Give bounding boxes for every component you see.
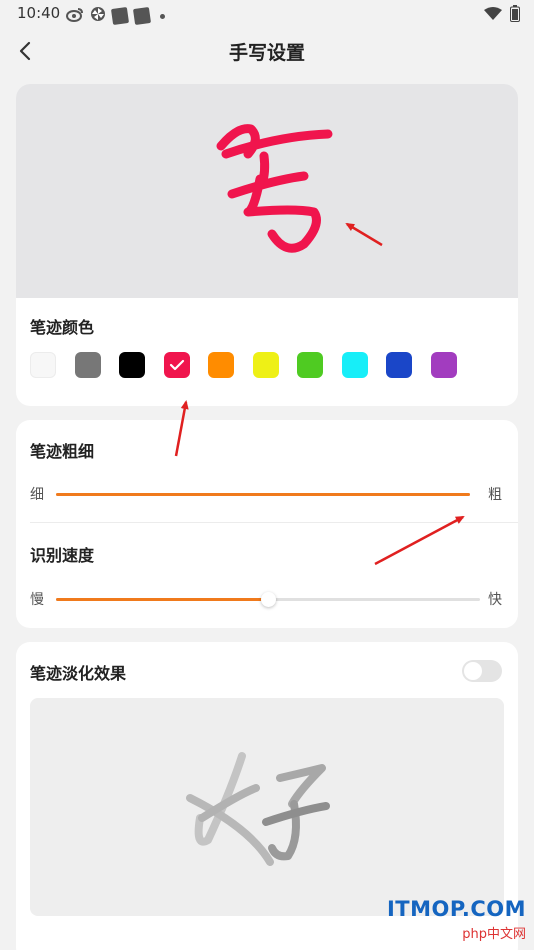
app-icon xyxy=(110,6,130,26)
color-swatch-6[interactable] xyxy=(297,352,323,378)
status-time: 10:40 xyxy=(17,4,61,22)
color-swatch-9[interactable] xyxy=(430,352,457,378)
handwriting-preview[interactable] xyxy=(16,84,518,298)
recognition-speed-min-label: 慢 xyxy=(30,592,44,608)
color-swatch-4[interactable] xyxy=(208,352,234,378)
watermark-main: ITMOP.COM xyxy=(386,897,526,921)
watermark-sub: php中文网 xyxy=(462,927,526,942)
pinwheel-icon xyxy=(90,6,106,26)
recognition-speed-max-label: 快 xyxy=(488,592,502,608)
stroke-width-slider[interactable] xyxy=(56,493,470,496)
recognition-speed-slider[interactable] xyxy=(56,592,480,607)
color-swatch-1[interactable] xyxy=(74,352,101,378)
stroke-color-card: 笔迹颜色 xyxy=(16,84,518,406)
slider-card: 笔迹粗细 细 粗 识别速度 慢 快 xyxy=(16,420,518,628)
status-bar: 10:40 xyxy=(0,0,534,28)
watermark: ITMOP.COM php中文网 xyxy=(387,897,526,942)
dot-icon xyxy=(160,13,165,19)
check-icon xyxy=(169,359,184,371)
color-swatch-5[interactable] xyxy=(252,352,279,378)
color-swatch-3[interactable] xyxy=(163,352,190,378)
recognition-speed-label: 识别速度 xyxy=(30,546,95,565)
stroke-width-label: 笔迹粗细 xyxy=(30,442,95,461)
stroke-width-fill xyxy=(56,493,470,496)
fade-preview xyxy=(30,698,504,916)
color-swatch-0[interactable] xyxy=(30,352,56,378)
stroke-color-label: 笔迹颜色 xyxy=(30,318,95,337)
stroke-width-min-label: 细 xyxy=(30,487,44,503)
color-swatch-8[interactable] xyxy=(386,352,412,378)
divider xyxy=(30,522,518,523)
page-title: 手写设置 xyxy=(228,42,305,64)
handwriting-sample xyxy=(216,124,333,253)
wifi-icon xyxy=(484,6,502,25)
color-swatch-7[interactable] xyxy=(341,352,368,378)
system-icons xyxy=(484,5,520,26)
stroke-fade-label: 笔迹淡化效果 xyxy=(30,664,127,683)
recognition-speed-thumb[interactable] xyxy=(261,592,276,607)
app-icon xyxy=(132,6,152,26)
color-swatches xyxy=(30,352,457,378)
app-header: 手写设置 xyxy=(0,28,534,74)
fade-sample xyxy=(186,752,330,866)
stroke-fade-toggle[interactable] xyxy=(462,660,502,682)
battery-icon xyxy=(510,5,520,26)
recognition-speed-fill xyxy=(56,598,268,601)
weibo-icon xyxy=(66,6,84,26)
color-swatch-2[interactable] xyxy=(119,352,145,378)
stroke-width-max-label: 粗 xyxy=(488,487,502,503)
notification-icons xyxy=(66,6,165,26)
toggle-knob xyxy=(464,662,482,680)
